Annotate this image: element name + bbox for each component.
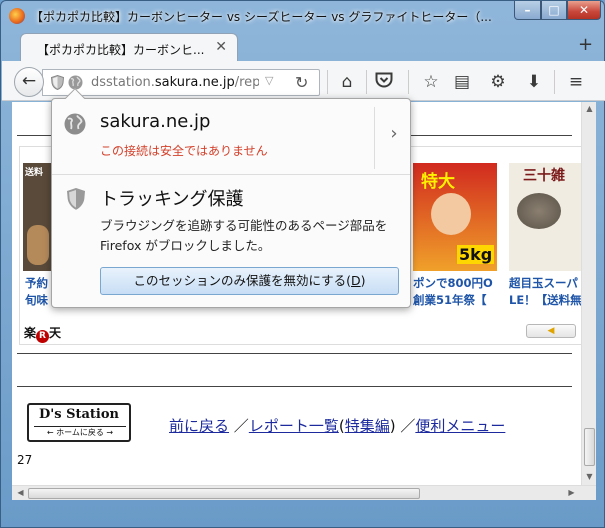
globe-icon xyxy=(64,113,86,135)
new-tab-icon[interactable]: + xyxy=(578,34,593,55)
tracking-protection-title: トラッキング保護 xyxy=(100,189,244,210)
prev-link[interactable]: 前に戻る xyxy=(169,417,229,435)
ad-image[interactable]: 送料 xyxy=(23,163,53,271)
minimize-button[interactable]: – xyxy=(514,1,541,20)
ad-image[interactable]: 三十雑 xyxy=(509,163,583,271)
scroll-down-icon[interactable]: ▼ xyxy=(582,472,597,481)
vertical-scrollbar[interactable]: ▲ ▼ xyxy=(581,102,596,485)
disable-protection-button[interactable]: このセッションのみ保護を無効にする(D) xyxy=(100,267,399,295)
gear-icon[interactable]: ⚙ xyxy=(487,72,509,92)
ad-person xyxy=(431,193,471,235)
popup-site-host: sakura.ne.jp xyxy=(100,111,211,132)
ad-product xyxy=(517,193,561,229)
menu-icon[interactable]: ≡ xyxy=(565,72,587,92)
footer-links: 前に戻る ／レポート一覧(特集編) ／便利メニュー xyxy=(169,417,506,435)
ad-product xyxy=(27,225,49,265)
ad-link[interactable]: 予約 旬味 xyxy=(25,275,51,309)
url-dropdown-icon[interactable]: ▽ xyxy=(265,74,273,87)
window-title: 【ポカポカ比較】カーボンヒーター vs シーズヒーター vs グラファイトヒータ… xyxy=(31,10,492,24)
rakuten-logo[interactable]: 楽R天 xyxy=(24,324,61,343)
maximize-button[interactable]: □ xyxy=(541,1,567,20)
ad-link[interactable]: ポンで800円O 創業51年祭【 xyxy=(413,275,503,309)
tab-close-icon[interactable]: ✕ xyxy=(215,39,227,55)
ad-scroll-button[interactable]: ◀ xyxy=(526,324,576,338)
ad-link[interactable]: 超目玉スーパ LE！【送料無 xyxy=(509,275,589,309)
reload-icon[interactable]: ↻ xyxy=(295,73,308,92)
ad-sticker: 三十雑 xyxy=(523,168,565,184)
more-info-chevron-icon[interactable]: › xyxy=(382,123,406,147)
firefox-logo-icon xyxy=(9,8,25,24)
popup-separator xyxy=(52,174,410,175)
toolbar-separator xyxy=(366,70,367,94)
special-link[interactable]: 特集編 xyxy=(345,417,390,435)
popup-separator xyxy=(374,107,375,169)
title-bar[interactable]: 【ポカポカ比較】カーボンヒーター vs シーズヒーター vs グラファイトヒータ… xyxy=(1,1,604,31)
menu-link[interactable]: 便利メニュー xyxy=(415,417,505,435)
tab-title: 【ポカポカ比較】カーボンヒ... xyxy=(37,43,205,57)
download-icon[interactable]: ⬇ xyxy=(523,72,545,92)
back-button[interactable]: ← xyxy=(14,67,44,97)
scroll-right-icon[interactable]: ▶ xyxy=(564,488,579,497)
toolbar-separator xyxy=(408,70,409,94)
site-logo[interactable]: D's Station ← ホームに戻る → xyxy=(27,403,131,442)
divider xyxy=(17,353,572,354)
scroll-up-icon[interactable]: ▲ xyxy=(582,104,597,113)
url-bar[interactable]: dsstation.sakura.ne.jp/repor ▽ ↻ xyxy=(42,69,320,96)
ad-sticker: 特大 xyxy=(421,172,455,192)
tracking-protection-description: ブラウジングを追跡する可能性のあるページ部品を Firefox がブロックしまし… xyxy=(100,218,388,253)
horizontal-scroll-thumb[interactable] xyxy=(28,488,420,499)
pocket-icon[interactable] xyxy=(373,72,395,92)
url-text: dsstation.sakura.ne.jp/repor xyxy=(91,75,259,90)
ad-image[interactable]: 特大 5kg xyxy=(413,163,497,271)
tracking-shield-icon[interactable] xyxy=(51,75,64,90)
page-counter: 27 xyxy=(17,453,33,467)
report-list-link[interactable]: レポート一覧 xyxy=(249,417,339,435)
ad-sticker: 送料 xyxy=(25,168,44,178)
connection-warning: この接続は安全ではありません xyxy=(100,144,268,158)
vertical-scroll-thumb[interactable] xyxy=(584,428,595,466)
scroll-left-icon[interactable]: ◀ xyxy=(13,488,28,497)
reading-list-icon[interactable]: ▤ xyxy=(451,72,473,92)
site-identity-popup: sakura.ne.jp この接続は安全ではありません › トラッキング保護 ブ… xyxy=(51,88,411,308)
tab-strip: 【ポカポカ比較】カーボンヒ... ✕ + xyxy=(2,31,605,63)
browser-window: 【ポカポカ比較】カーボンヒーター vs シーズヒーター vs グラファイトヒータ… xyxy=(0,0,605,528)
toolbar-separator xyxy=(554,70,555,94)
horizontal-scrollbar[interactable]: ◀ ▶ xyxy=(12,485,596,500)
divider xyxy=(17,386,572,387)
ad-sticker: 5kg xyxy=(457,245,495,264)
close-window-button[interactable]: ✕ xyxy=(567,1,601,20)
tab-active[interactable]: 【ポカポカ比較】カーボンヒ... ✕ xyxy=(20,33,238,63)
toolbar-separator xyxy=(327,70,328,94)
bookmark-star-icon[interactable]: ☆ xyxy=(420,72,442,92)
navigation-toolbar: dsstation.sakura.ne.jp/repor ▽ ↻ ← ⌂ ☆ ▤… xyxy=(2,61,605,101)
tracking-shield-icon xyxy=(67,188,85,210)
home-icon[interactable]: ⌂ xyxy=(336,72,358,92)
